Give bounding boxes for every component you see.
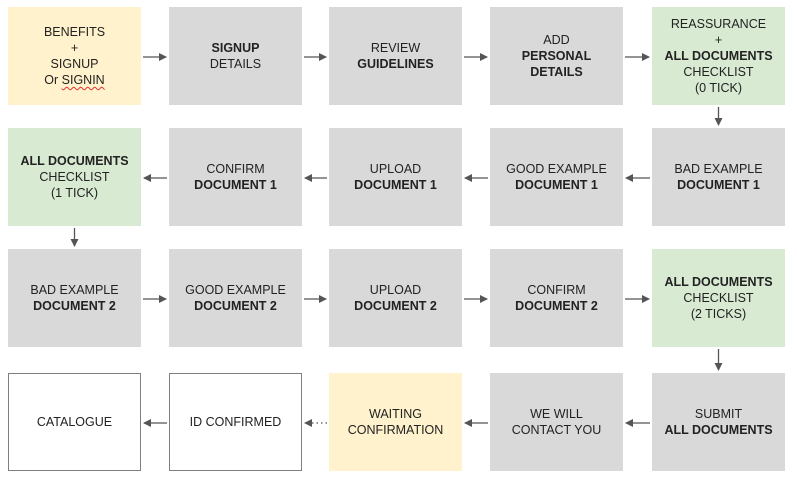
node-we-will-contact-you-line-1: WE WILL [530,407,583,421]
node-benefits-signup-or-signin: Or SIGNIN [44,72,104,88]
node-checklist-1-tick-line-1: ALL DOCUMENTS [20,154,129,168]
node-upload-doc2-line-2: DOCUMENT 2 [354,299,437,313]
node-id-confirmed-line-1: ID CONFIRMED [189,415,282,429]
node-bad-example-doc2-line-2: DOCUMENT 2 [33,299,116,313]
node-we-will-contact-you: WE WILL CONTACT YOU [490,373,623,471]
node-id-confirmed: ID CONFIRMED [169,373,302,471]
node-signup-details-line-2: DETAILS [209,57,262,71]
node-waiting-confirmation: WAITING CONFIRMATION [329,373,462,471]
node-waiting-confirmation-line-2: CONFIRMATION [347,423,444,437]
node-submit-all-documents-line-1: SUBMIT [694,407,743,421]
node-add-personal-details: ADD PERSONAL DETAILS [490,7,623,105]
node-signup-details: SIGNUP DETAILS [169,7,302,105]
node-upload-doc1-line-2: DOCUMENT 1 [354,178,437,192]
node-checklist-1-tick-line-3: (1 TICK) [50,186,98,200]
node-reassurance-checklist-line-3: ALL DOCUMENTS [664,49,773,63]
node-confirm-doc2: CONFIRM DOCUMENT 2 [490,249,623,347]
node-upload-doc2-line-1: UPLOAD [369,283,422,297]
node-catalogue: CATALOGUE [8,373,141,471]
node-good-example-doc1-line-1: GOOD EXAMPLE [506,162,607,176]
node-submit-all-documents-line-2: ALL DOCUMENTS [664,423,773,437]
node-checklist-2-ticks-line-3: (2 TICKS) [690,307,747,321]
node-bad-example-doc1: BAD EXAMPLE DOCUMENT 1 [652,128,785,226]
node-good-example-doc2-line-1: GOOD EXAMPLE [185,283,286,297]
node-benefits-signup-line-1: BENEFITS [43,25,106,39]
node-bad-example-doc1-line-2: DOCUMENT 1 [677,178,760,192]
node-bad-example-doc2-line-1: BAD EXAMPLE [30,283,119,297]
node-upload-doc2: UPLOAD DOCUMENT 2 [329,249,462,347]
node-review-guidelines-line-2: GUIDELINES [357,57,434,71]
node-good-example-doc2: GOOD EXAMPLE DOCUMENT 2 [169,249,302,347]
node-reassurance-checklist-line-2: + [714,33,723,47]
node-confirm-doc1-line-1: CONFIRM [206,162,265,176]
node-benefits-signup: BENEFITS + SIGNUP Or SIGNIN [8,7,141,105]
node-checklist-1-tick: ALL DOCUMENTS CHECKLIST (1 TICK) [8,128,141,226]
node-checklist-2-ticks: ALL DOCUMENTS CHECKLIST (2 TICKS) [652,249,785,347]
node-add-personal-details-line-2: PERSONAL [521,49,592,63]
node-checklist-2-ticks-line-1: ALL DOCUMENTS [664,275,773,289]
node-add-personal-details-line-1: ADD [543,33,570,47]
node-we-will-contact-you-line-2: CONTACT YOU [511,423,602,437]
node-checklist-1-tick-line-2: CHECKLIST [39,170,110,184]
node-add-personal-details-line-3: DETAILS [530,65,583,79]
node-reassurance-checklist-line-1: REASSURANCE [670,17,767,31]
node-upload-doc1-line-1: UPLOAD [369,162,422,176]
node-benefits-signup-line-2: + [70,41,79,55]
flow-diagram: BENEFITS + SIGNUP Or SIGNIN SIGNUP DETAILS REV… [0,0,797,484]
node-catalogue-line-1: CATALOGUE [36,415,113,429]
node-signup-details-line-1: SIGNUP [211,41,260,55]
node-checklist-2-ticks-line-2: CHECKLIST [683,291,754,305]
node-benefits-signup-line-5: SIGNIN [61,73,105,87]
node-submit-all-documents: SUBMIT ALL DOCUMENTS [652,373,785,471]
node-bad-example-doc1-line-1: BAD EXAMPLE [674,162,763,176]
node-waiting-confirmation-line-1: WAITING [368,407,422,421]
node-benefits-signup-line-3: SIGNUP [50,57,99,71]
node-good-example-doc1-line-2: DOCUMENT 1 [515,178,598,192]
node-confirm-doc1: CONFIRM DOCUMENT 1 [169,128,302,226]
node-upload-doc1: UPLOAD DOCUMENT 1 [329,128,462,226]
node-review-guidelines: REVIEW GUIDELINES [329,7,462,105]
node-review-guidelines-line-1: REVIEW [370,41,421,55]
node-confirm-doc1-line-2: DOCUMENT 1 [194,178,277,192]
node-bad-example-doc2: BAD EXAMPLE DOCUMENT 2 [8,249,141,347]
node-reassurance-checklist-line-5: (0 TICK) [694,81,742,95]
node-good-example-doc1: GOOD EXAMPLE DOCUMENT 1 [490,128,623,226]
node-reassurance-checklist-line-4: CHECKLIST [683,65,754,79]
node-good-example-doc2-line-2: DOCUMENT 2 [194,299,277,313]
node-confirm-doc2-line-2: DOCUMENT 2 [515,299,598,313]
node-reassurance-checklist: REASSURANCE + ALL DOCUMENTS CHECKLIST (0 TIC… [652,7,785,105]
node-benefits-signup-line-4: Or [44,73,62,87]
node-confirm-doc2-line-1: CONFIRM [527,283,586,297]
